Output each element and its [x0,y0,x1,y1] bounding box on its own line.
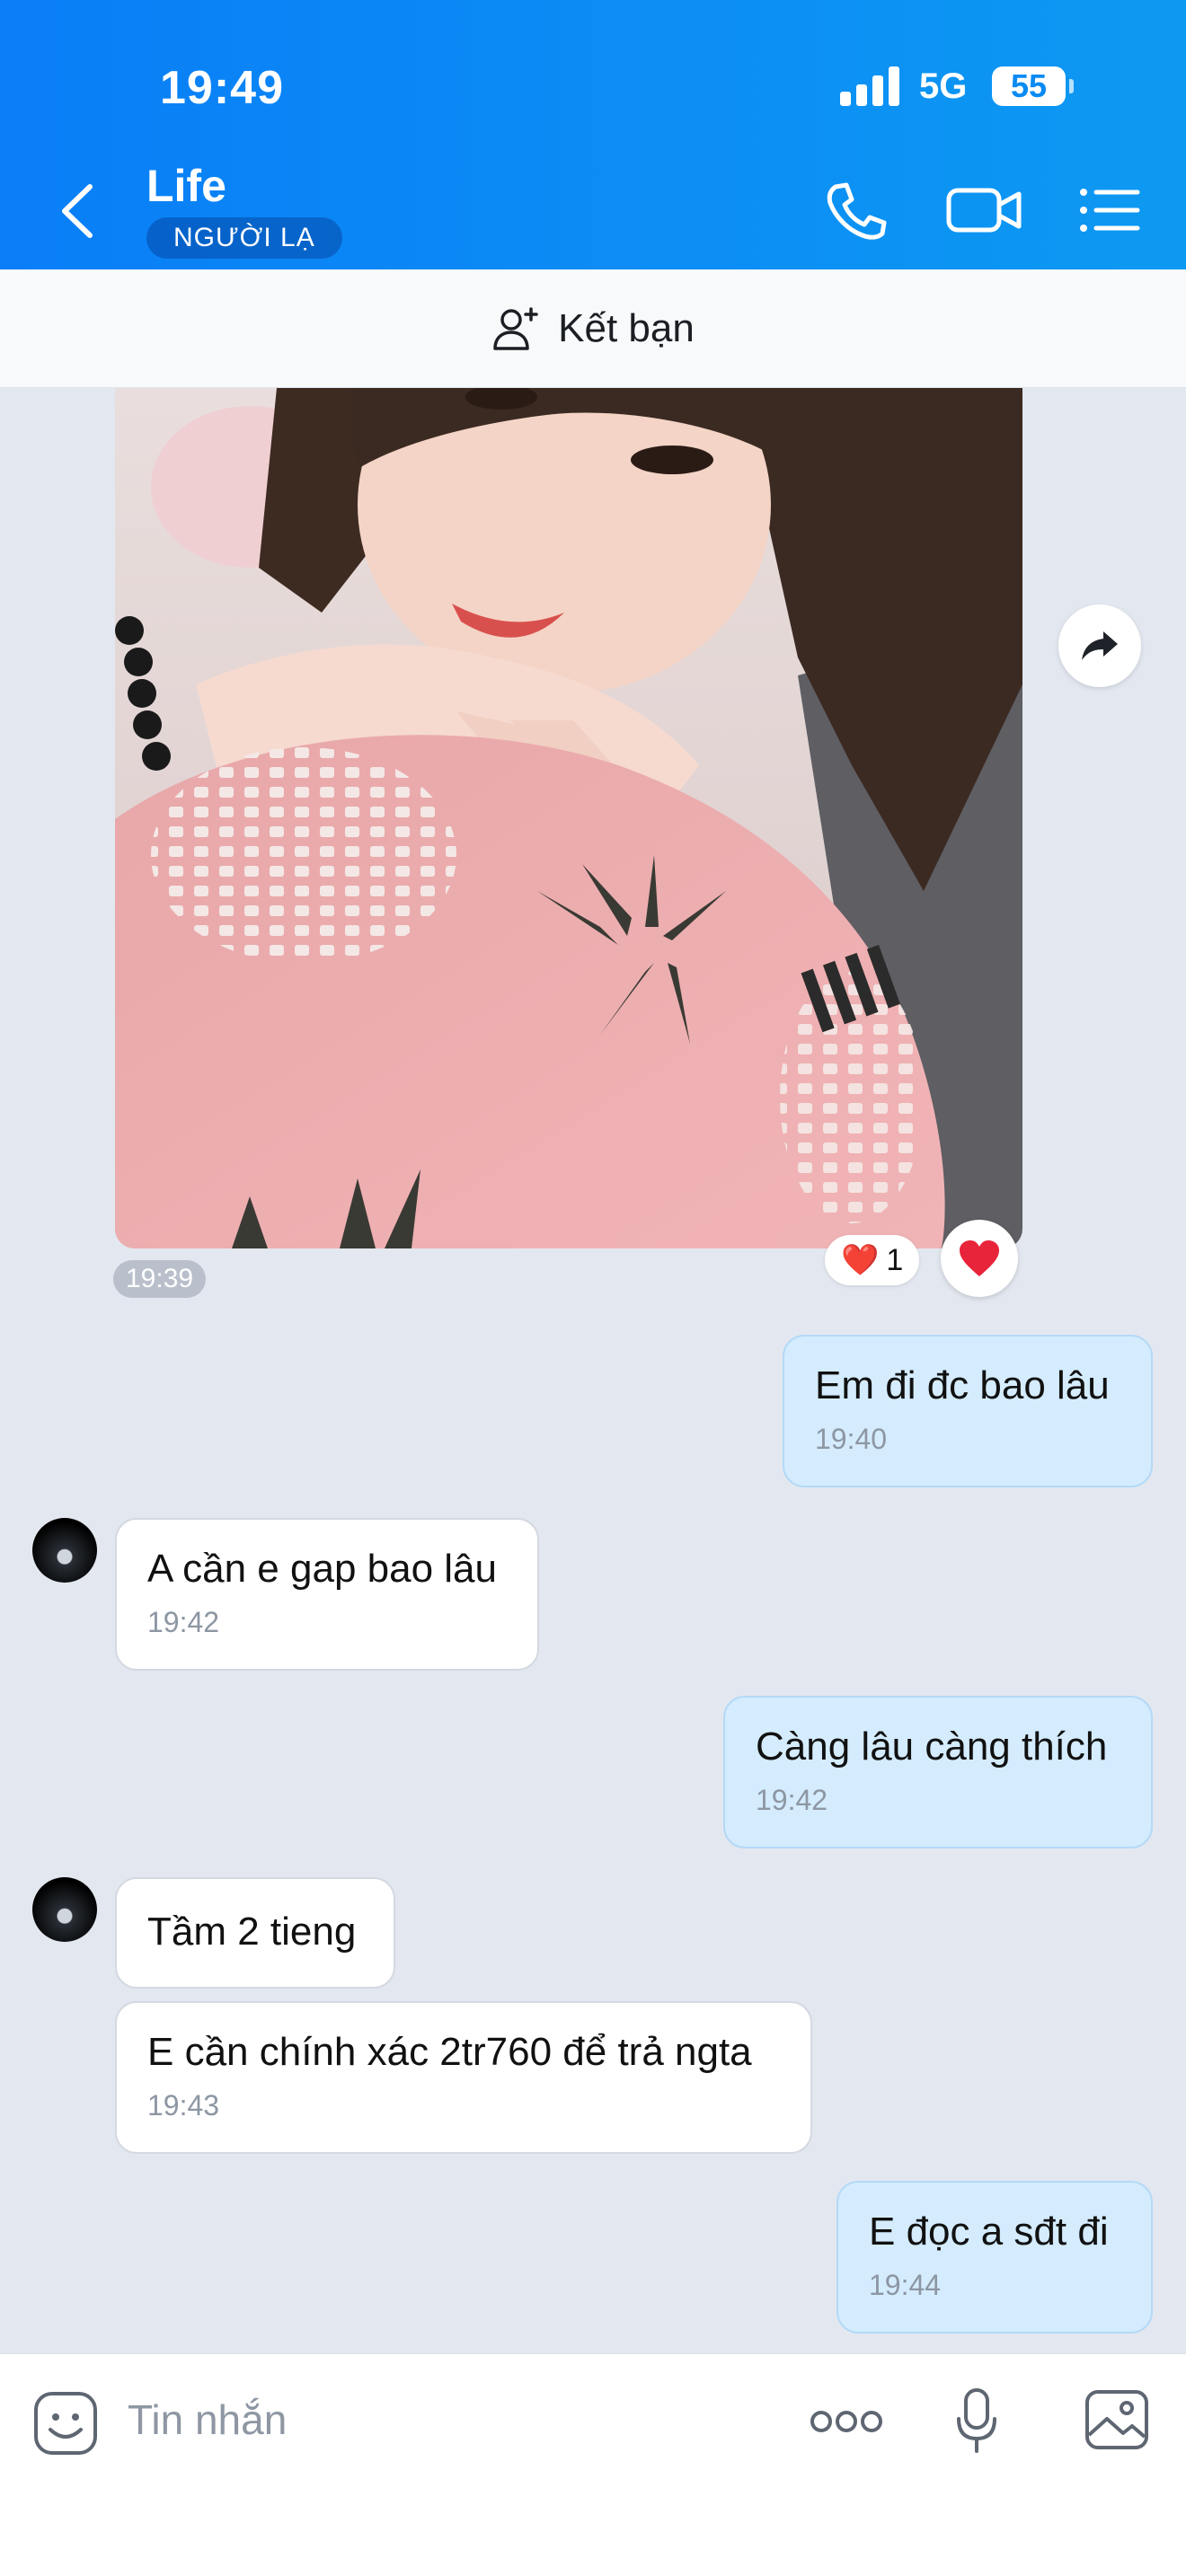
incoming-message[interactable]: E cần chính xác 2tr760 để trả ngta 19:43 [115,2001,812,2154]
add-friend-bar[interactable]: Kết bạn [0,269,1186,388]
outgoing-message[interactable]: E đọc a sđt đi 19:44 [836,2181,1153,2333]
message-composer: Tin nhắn [0,2353,1186,2576]
photo-time: 19:39 [113,1260,207,1298]
selfie-photo [115,388,1022,1248]
outgoing-message[interactable]: Càng lâu càng thích 19:42 [723,1696,1153,1848]
contact-avatar[interactable] [32,1877,97,1942]
share-forward-button[interactable] [1058,604,1141,687]
add-friend-label: Kết bạn [558,305,695,350]
status-time: 19:49 [160,62,284,114]
message-text: A cần e gap bao lâu [147,1547,497,1591]
more-options-icon[interactable] [809,2408,884,2435]
incoming-message[interactable]: Tầm 2 tieng [115,1877,395,1989]
message-text: E cần chính xác 2tr760 để trả ngta [147,2030,752,2074]
chat-header: 19:49 5G 55 Life NGƯỜI LẠ [0,0,1186,269]
back-arrow-icon[interactable] [52,180,106,243]
message-text: Càng lâu càng thích [756,1725,1108,1769]
message-text: Em đi đc bao lâu [815,1363,1110,1407]
signal-icon [840,66,901,106]
message-time: 19:40 [815,1423,888,1455]
microphone-icon[interactable] [954,2386,999,2455]
message-text: Tầm 2 tieng [147,1910,357,1954]
heart-reaction-icon: ❤️ [841,1243,880,1277]
menu-list-icon[interactable] [1075,178,1146,243]
message-time: 19:42 [756,1784,828,1816]
photo-message[interactable] [115,388,1022,1248]
contact-avatar[interactable] [32,1518,97,1583]
message-time: 19:42 [147,1606,220,1638]
image-gallery-icon[interactable] [1084,2388,1150,2451]
reaction-count: 1 [886,1242,904,1277]
sticker-emoji-icon[interactable] [32,2390,99,2457]
outgoing-message[interactable]: Em đi đc bao lâu 19:40 [783,1335,1153,1487]
message-time: 19:44 [869,2269,942,2301]
reaction-summary[interactable]: ❤️ 1 [825,1235,920,1285]
message-input[interactable]: Tin nhắn [128,2395,287,2444]
video-call-icon[interactable] [943,178,1024,243]
battery-icon: 55 [992,66,1074,106]
network-type: 5G [919,66,968,106]
heart-icon [960,1240,999,1276]
stranger-badge: NGƯỜI LẠ [146,217,342,259]
add-friend-icon [493,306,538,350]
message-text: E đọc a sđt đi [869,2210,1109,2254]
react-heart-button[interactable] [941,1220,1018,1297]
incoming-message[interactable]: A cần e gap bao lâu 19:42 [115,1518,539,1671]
contact-name[interactable]: Life [146,160,226,212]
message-time: 19:43 [147,2089,220,2122]
forward-arrow-icon [1082,631,1118,660]
phone-call-icon[interactable] [819,178,891,243]
